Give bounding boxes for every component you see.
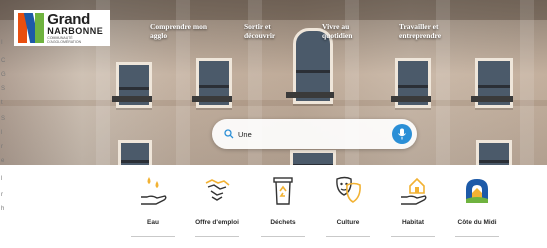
edge-glyph: l [1,176,3,182]
edge-glyph: e [1,158,5,164]
edge-glyph: r [1,144,3,150]
logo-wordmark: Grand NARBONNE COMMUNAUTÉ D'AGGLOMÉRATIO… [47,12,106,44]
edge-glyph: G [1,72,6,78]
quick-link-habitat[interactable]: Habitat [383,175,443,237]
pilaster [520,0,534,165]
divider [195,236,239,237]
nav-label: Comprendre mon [150,22,208,31]
quick-link-label: Eau [147,219,159,226]
window [476,140,512,165]
edge-glyph: h [1,206,5,212]
window [290,150,336,165]
balcony [286,92,334,98]
quick-link-label: Habitat [401,219,425,226]
edge-glyph: S [1,116,6,122]
nav-label: agglo [150,31,168,40]
divider [455,236,499,237]
nav-label: découvrir [244,31,276,40]
quick-link-cote-du-midi[interactable]: Côte du Midi [447,175,507,237]
quick-link-dechets[interactable]: Déchets [253,175,313,237]
quick-link-offre-emploi[interactable]: Offre d'emploi [187,175,247,237]
nav-sortir-et-decouvrir[interactable]: Sortir et découvrir [244,22,275,40]
quick-link-label: Culture [336,219,360,226]
edge-glyph: I [1,40,3,46]
quick-link-label: Offre d'emploi [195,219,239,226]
microphone-icon [398,128,406,140]
nav-comprendre-mon-agglo[interactable]: Comprendre mon agglo [150,22,207,40]
nav-label: quotidien [322,31,353,40]
balcony [471,96,513,102]
balcony [391,96,431,102]
ledge [0,100,547,106]
logo-line-grand: Grand [47,11,90,28]
edge-glyph: C [1,58,6,64]
logo-n-mark-icon [18,13,44,43]
balcony [112,96,152,102]
logo-tagline: COMMUNAUTÉ D'AGGLOMÉRATION [47,36,82,44]
recycling-bin-icon [273,177,293,205]
divider [391,236,435,237]
site-logo[interactable]: Grand NARBONNE COMMUNAUTÉ D'AGGLOMÉRATIO… [14,10,110,46]
divider [261,236,305,237]
nav-label: Vivre au [322,22,350,31]
nav-label: Sortir et [244,22,271,31]
quick-link-label: Côte du Midi [457,219,497,226]
nav-label: entreprendre [399,31,442,40]
edge-glyph: t [1,100,3,106]
search-input[interactable] [238,126,388,142]
edge-glyph: S [1,86,6,92]
nav-label: Travailler et [399,22,439,31]
quick-link-eau[interactable]: Eau [123,175,183,237]
nav-travailler-et-entreprendre[interactable]: Travailler et entreprendre [399,22,441,40]
quick-link-label: Déchets [270,219,296,226]
hero-banner: Grand NARBONNE COMMUNAUTÉ D'AGGLOMÉRATIO… [0,0,547,165]
search-bar[interactable] [212,119,417,149]
left-edge-sliver: I C G S t S l r e l r h [0,0,8,248]
handshake-icon [205,179,230,201]
cote-du-midi-logo-icon [466,179,488,203]
search-icon [224,129,234,139]
balcony [192,96,232,102]
edge-glyph: r [1,192,3,198]
divider [326,236,370,237]
theater-masks-icon [336,176,361,203]
nav-vivre-au-quotidien[interactable]: Vivre au quotidien [322,22,352,40]
logo-line-narbonne: NARBONNE [47,26,104,36]
house-hand-icon [401,177,427,205]
voice-search-button[interactable] [392,124,412,144]
window [118,140,152,165]
water-hand-icon [141,177,167,205]
divider [131,236,175,237]
edge-glyph: l [1,130,3,136]
quick-link-culture[interactable]: Culture [318,175,378,237]
